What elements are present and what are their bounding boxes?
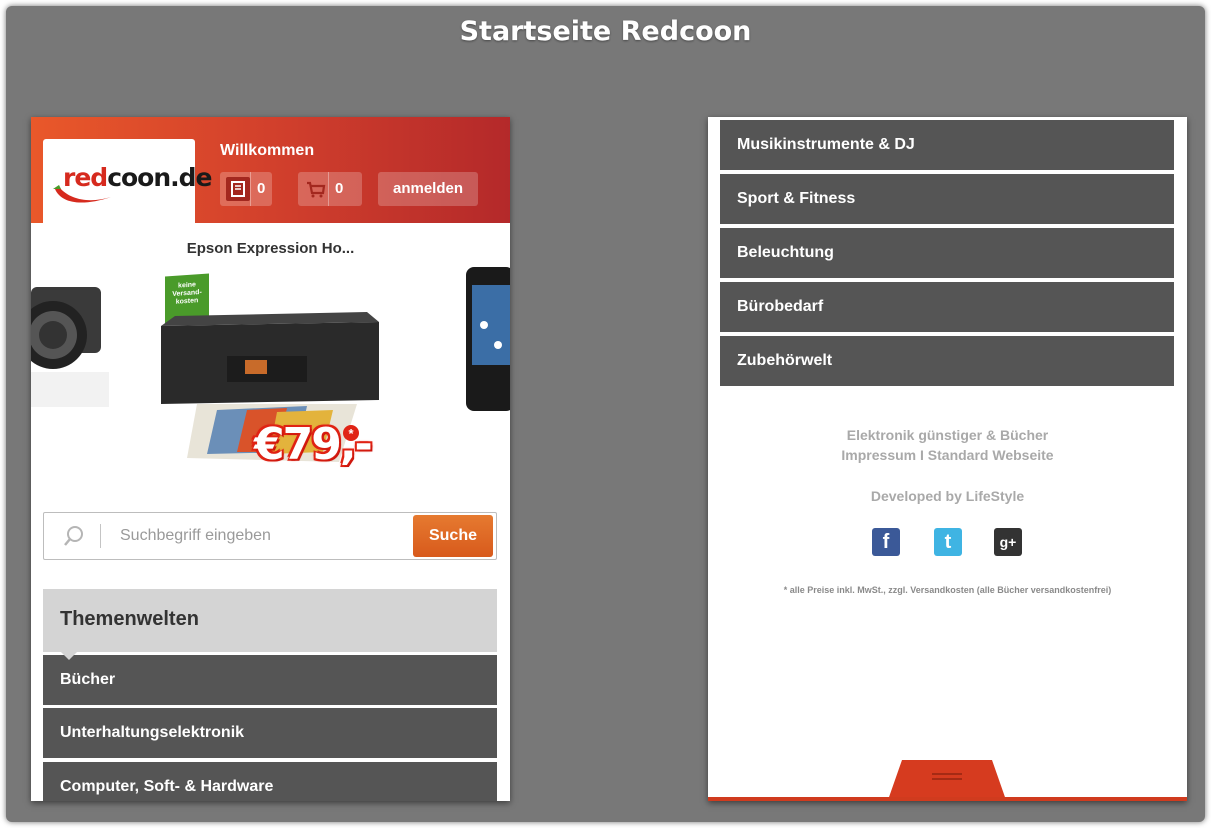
chili-icon [53, 185, 111, 203]
category-label: Unterhaltungselektronik [60, 724, 245, 741]
category-label: Sport & Fitness [737, 190, 856, 207]
bottom-accent-bar [708, 797, 1187, 801]
search-bar: Suche [43, 512, 497, 560]
footer-link-impressum[interactable]: Impressum I Standard Webseite [708, 447, 1187, 463]
category-item-unterhaltungselektronik[interactable]: Unterhaltungselektronik [43, 708, 497, 758]
left-phone-screen: redcoon.de Willkommen 0 0 anmelden Epson… [31, 117, 510, 801]
category-item-buerobedarf[interactable]: Bürobedarf [720, 282, 1174, 332]
category-label: Bürobedarf [737, 298, 824, 315]
divider [328, 172, 329, 206]
logo-text-dark: coon.de [107, 163, 212, 192]
themenwelten-title: Themenwelten [60, 608, 199, 630]
category-label: Beleuchtung [737, 244, 834, 261]
category-item-sport[interactable]: Sport & Fitness [720, 174, 1174, 224]
divider [250, 172, 251, 206]
footer-link-elektronik[interactable]: Elektronik günstiger & Bücher [708, 427, 1187, 443]
category-item-zubehoerwelt[interactable]: Zubehörwelt [720, 336, 1174, 386]
product-title[interactable]: Epson Expression Ho... [31, 240, 510, 257]
login-button[interactable]: anmelden [378, 172, 478, 206]
cart-icon [304, 177, 328, 201]
price-footnote-star: * [343, 425, 359, 441]
facebook-icon[interactable]: f [872, 528, 900, 556]
themenwelten-header: Themenwelten [43, 589, 497, 652]
notepad-icon [226, 177, 250, 201]
category-item-computer[interactable]: Computer, Soft- & Hardware [43, 762, 497, 801]
category-label: Musikinstrumente & DJ [737, 136, 915, 153]
category-label: Computer, Soft- & Hardware [60, 778, 274, 795]
presentation-frame: Startseite Redcoon redcoon.de Willkommen… [6, 6, 1205, 822]
smartphone-product-image[interactable] [464, 265, 510, 413]
category-label: Bücher [60, 671, 116, 688]
google-plus-icon[interactable]: g+ [994, 528, 1022, 556]
search-icon [64, 526, 83, 546]
scroll-handle-tab[interactable] [888, 760, 1006, 800]
price-disclaimer: * alle Preise inkl. MwSt., zzgl. Versand… [783, 585, 1112, 595]
developed-by-text: Developed by LifeStyle [870, 488, 1025, 504]
cart-count: 0 [335, 180, 344, 197]
header-bar: redcoon.de Willkommen 0 0 anmelden [31, 117, 510, 223]
search-button[interactable]: Suche [413, 515, 493, 557]
page-title: Startseite Redcoon [459, 16, 752, 47]
notes-button[interactable]: 0 [220, 172, 272, 206]
category-item-beleuchtung[interactable]: Beleuchtung [720, 228, 1174, 278]
header-pointer [61, 652, 77, 660]
notes-count: 0 [257, 180, 266, 197]
camera-product-image[interactable] [31, 277, 109, 407]
cart-button[interactable]: 0 [298, 172, 362, 206]
search-divider [100, 524, 101, 548]
right-phone-screen: Musikinstrumente & DJ Sport & Fitness Be… [708, 117, 1187, 801]
category-item-buecher[interactable]: Bücher [43, 655, 497, 705]
category-item-musikinstrumente[interactable]: Musikinstrumente & DJ [720, 120, 1174, 170]
twitter-icon[interactable]: t [934, 528, 962, 556]
logo[interactable]: redcoon.de [43, 139, 213, 223]
search-input[interactable] [120, 525, 400, 547]
category-label: Zubehörwelt [737, 352, 833, 369]
welcome-text: Willkommen [220, 142, 315, 159]
